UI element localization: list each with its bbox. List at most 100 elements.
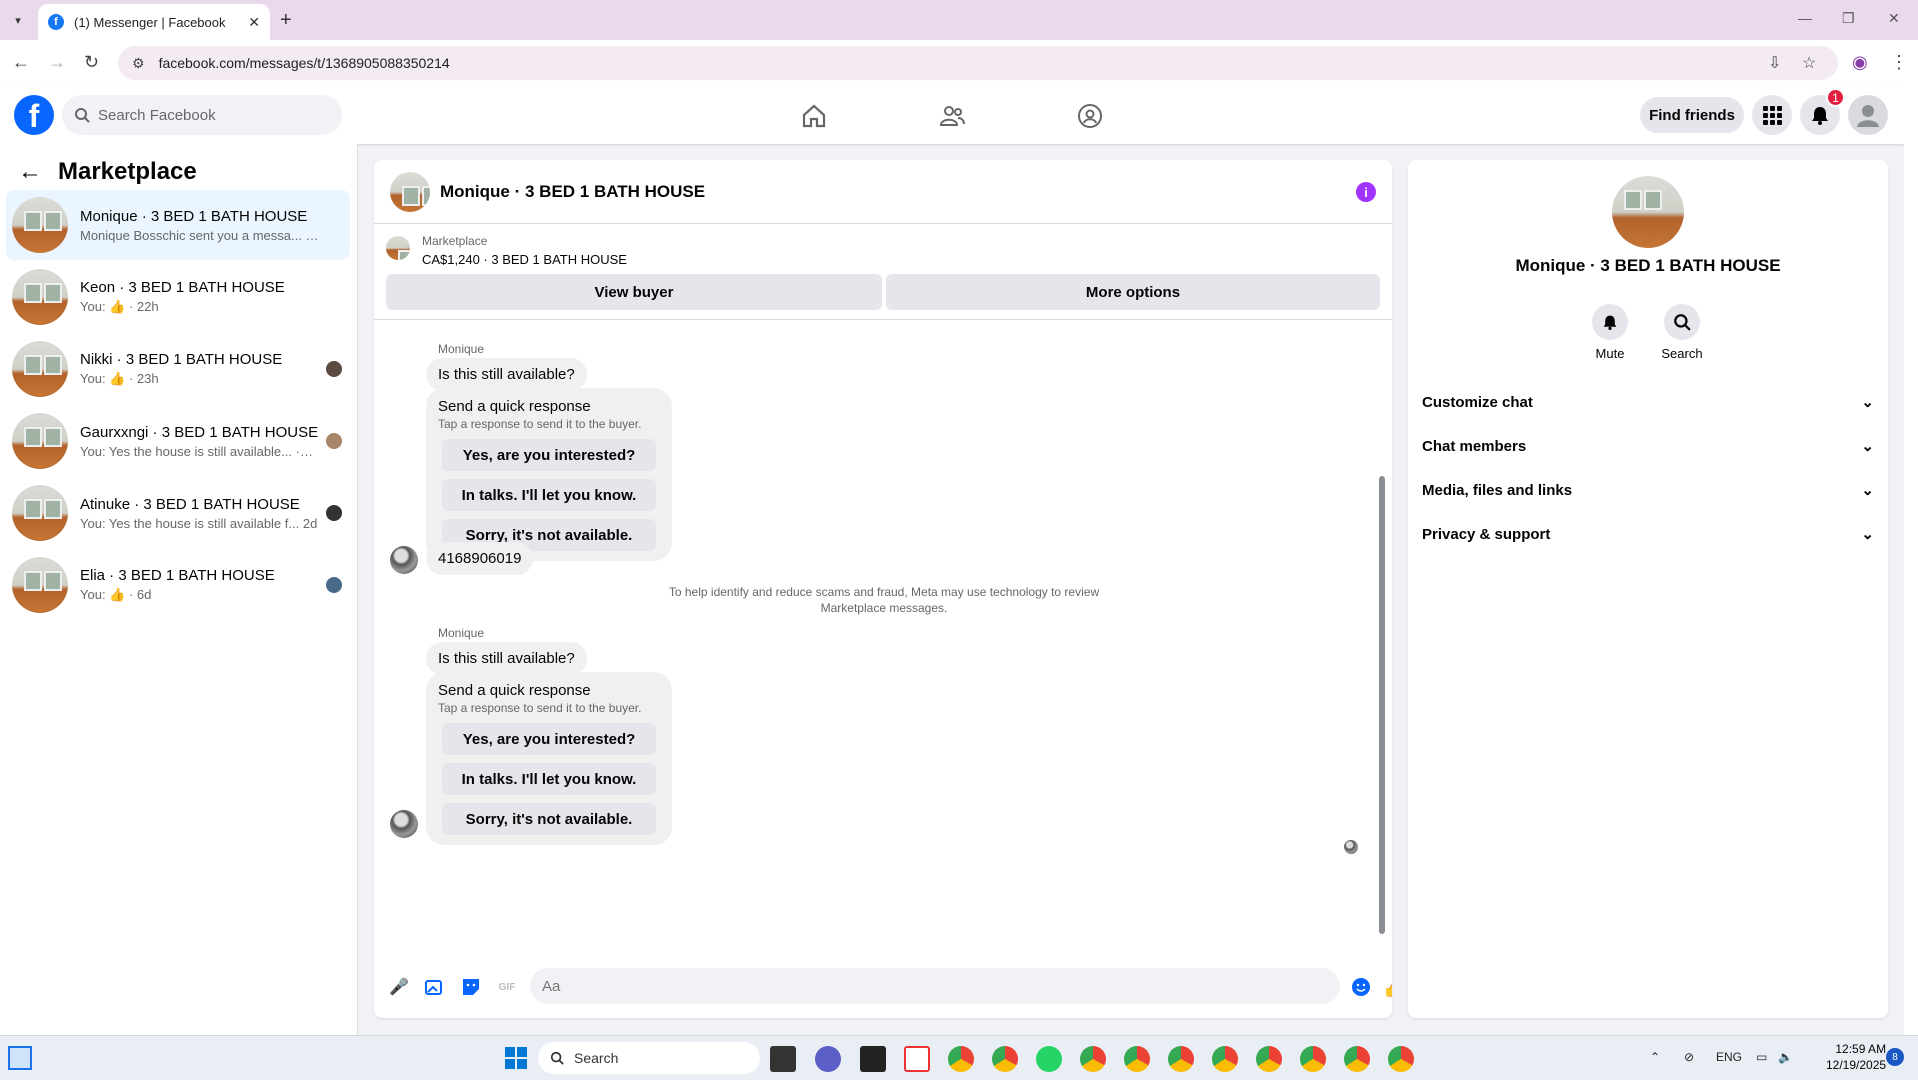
chrome-icon[interactable] bbox=[1388, 1046, 1414, 1072]
page-scrollbar[interactable] bbox=[1904, 86, 1918, 1035]
menu-grid-button[interactable] bbox=[1752, 95, 1792, 135]
details-avatar[interactable] bbox=[1612, 176, 1684, 248]
conversation-item[interactable]: Monique · 3 BED 1 BATH HOUSE Monique Bos… bbox=[6, 190, 350, 260]
gif-icon[interactable]: GIF bbox=[496, 976, 518, 998]
facebook-header: f Search Facebook Find friends 1 bbox=[0, 86, 1904, 144]
find-friends-button[interactable]: Find friends bbox=[1640, 97, 1744, 133]
chat-members-row[interactable]: Chat members ⌄ bbox=[1422, 428, 1874, 464]
search-icon bbox=[1674, 314, 1691, 331]
chrome-icon[interactable] bbox=[1256, 1046, 1282, 1072]
search-action[interactable]: Search bbox=[1652, 304, 1712, 361]
conversation-name: Gaurxxngi · 3 BED 1 BATH HOUSE bbox=[80, 423, 319, 441]
details-name: Monique · 3 BED 1 BATH HOUSE bbox=[1515, 256, 1781, 275]
message-input[interactable] bbox=[530, 968, 1340, 1004]
account-avatar[interactable] bbox=[1848, 95, 1888, 135]
chrome-icon[interactable] bbox=[1300, 1046, 1326, 1072]
conversation-preview: You: 👍 · 22h bbox=[80, 299, 159, 314]
section-label: Customize chat bbox=[1422, 393, 1533, 411]
browser-tab[interactable]: f (1) Messenger | Facebook ✕ bbox=[38, 4, 270, 40]
quick-response-option[interactable]: In talks. I'll let you know. bbox=[442, 479, 656, 511]
close-window-button[interactable]: ✕ bbox=[1888, 10, 1900, 27]
sticker-icon[interactable] bbox=[460, 976, 482, 998]
tab-search-dropdown[interactable]: ▾ bbox=[6, 8, 30, 32]
listing-label: Marketplace bbox=[422, 234, 488, 248]
conversation-item[interactable]: Nikki · 3 BED 1 BATH HOUSE You: 👍 · 23h bbox=[6, 334, 350, 404]
new-tab-button[interactable]: + bbox=[280, 8, 292, 32]
chrome-icon[interactable] bbox=[1168, 1046, 1194, 1072]
conversation-preview: You: Yes the house is still available f.… bbox=[80, 515, 318, 531]
info-icon[interactable]: i bbox=[1356, 182, 1376, 202]
quick-response-title: Send a quick response bbox=[438, 682, 591, 699]
customize-chat-row[interactable]: Customize chat ⌄ bbox=[1422, 384, 1874, 420]
language-indicator[interactable]: ENG bbox=[1716, 1050, 1742, 1064]
site-info-icon[interactable]: ⚙ bbox=[132, 55, 145, 72]
chrome-icon[interactable] bbox=[1212, 1046, 1238, 1072]
sticky-notes-icon[interactable] bbox=[860, 1046, 886, 1072]
search-placeholder: Search Facebook bbox=[98, 106, 216, 124]
photo-icon[interactable] bbox=[424, 976, 446, 998]
windows-start-icon[interactable] bbox=[504, 1046, 528, 1070]
chrome-icon[interactable] bbox=[1080, 1046, 1106, 1072]
emoji-icon[interactable] bbox=[1350, 976, 1372, 998]
scam-notice: To help identify and reduce scams and fr… bbox=[668, 585, 1100, 615]
mute-action[interactable]: Mute bbox=[1580, 304, 1640, 361]
conversation-item[interactable]: Elia · 3 BED 1 BATH HOUSE You: 👍 · 6d bbox=[6, 550, 350, 620]
teams-icon[interactable] bbox=[815, 1046, 841, 1072]
chevron-up-icon[interactable]: ⌃ bbox=[1650, 1050, 1660, 1064]
conversation-item[interactable]: Gaurxxngi · 3 BED 1 BATH HOUSE You: Yes … bbox=[6, 406, 350, 476]
omnibox[interactable]: ⚙ facebook.com/messages/t/13689050883502… bbox=[118, 46, 1838, 80]
profile-icon[interactable]: ◉ bbox=[1852, 52, 1868, 73]
chrome-icon[interactable] bbox=[948, 1046, 974, 1072]
quick-response-option[interactable]: Yes, are you interested? bbox=[442, 439, 656, 471]
network-icon[interactable]: ⊘ bbox=[1684, 1050, 1694, 1064]
scrollbar-thumb[interactable] bbox=[1379, 476, 1385, 934]
chrome-icon[interactable] bbox=[992, 1046, 1018, 1072]
back-button[interactable]: ← bbox=[12, 52, 30, 73]
quick-response-option[interactable]: Yes, are you interested? bbox=[442, 723, 656, 755]
snipping-tool-icon[interactable] bbox=[904, 1046, 930, 1072]
bookmark-star-icon[interactable]: ☆ bbox=[1802, 53, 1816, 73]
sender-name: Monique bbox=[438, 626, 485, 640]
task-view-icon[interactable] bbox=[770, 1046, 796, 1072]
chat-title[interactable]: Monique · 3 BED 1 BATH HOUSE bbox=[440, 182, 705, 202]
groups-icon[interactable] bbox=[1076, 102, 1104, 130]
whatsapp-icon[interactable] bbox=[1036, 1046, 1062, 1072]
back-arrow-icon[interactable]: ← bbox=[18, 158, 42, 186]
quick-response-option[interactable]: Sorry, it's not available. bbox=[442, 803, 656, 835]
restore-button[interactable]: ❐ bbox=[1842, 10, 1855, 27]
minimize-button[interactable]: — bbox=[1798, 10, 1812, 26]
url-text[interactable]: facebook.com/messages/t/1368905088350214 bbox=[159, 55, 450, 71]
display-icon[interactable]: ▭ bbox=[1756, 1050, 1767, 1064]
forward-button[interactable]: → bbox=[48, 52, 66, 73]
system-clock[interactable]: 12:59 AM 12/19/2025 bbox=[1826, 1041, 1886, 1073]
friends-icon[interactable] bbox=[938, 102, 966, 130]
quick-response-option[interactable]: In talks. I'll let you know. bbox=[442, 763, 656, 795]
reload-button[interactable]: ↻ bbox=[84, 52, 99, 73]
notification-count-badge[interactable]: 8 bbox=[1886, 1048, 1904, 1066]
taskbar-search[interactable]: Search bbox=[538, 1042, 760, 1074]
tab-close-icon[interactable]: ✕ bbox=[248, 14, 260, 31]
facebook-logo[interactable]: f bbox=[14, 95, 54, 135]
home-icon[interactable] bbox=[800, 102, 828, 130]
chrome-icon[interactable] bbox=[1344, 1046, 1370, 1072]
quick-response-card: Send a quick response Tap a response to … bbox=[426, 672, 672, 845]
view-buyer-button[interactable]: View buyer bbox=[386, 274, 882, 310]
more-options-button[interactable]: More options bbox=[886, 274, 1380, 310]
marketplace-sidebar: ← Marketplace Monique · 3 BED 1 BATH HOU… bbox=[0, 144, 358, 1035]
microphone-icon[interactable]: 🎤 bbox=[388, 976, 410, 998]
volume-icon[interactable]: 🔈 bbox=[1778, 1050, 1793, 1064]
like-thumb-icon[interactable]: 👍 bbox=[1383, 976, 1392, 999]
conversation-item[interactable]: Keon · 3 BED 1 BATH HOUSE You: 👍 · 22h bbox=[6, 262, 350, 332]
media-files-row[interactable]: Media, files and links ⌄ bbox=[1422, 472, 1874, 508]
chat-avatar[interactable] bbox=[390, 171, 430, 212]
install-app-icon[interactable]: ⇩ bbox=[1768, 53, 1781, 73]
chat-scrollbar[interactable] bbox=[1378, 326, 1386, 950]
privacy-support-row[interactable]: Privacy & support ⌄ bbox=[1422, 516, 1874, 552]
message-list: Monique Is this still available? Send a … bbox=[374, 320, 1392, 956]
widgets-icon[interactable] bbox=[8, 1046, 32, 1070]
conversation-name: Atinuke · 3 BED 1 BATH HOUSE bbox=[80, 495, 300, 513]
chrome-icon[interactable] bbox=[1124, 1046, 1150, 1072]
facebook-search[interactable]: Search Facebook bbox=[62, 95, 342, 135]
conversation-item[interactable]: Atinuke · 3 BED 1 BATH HOUSE You: Yes th… bbox=[6, 478, 350, 548]
browser-menu-icon[interactable]: ⋮ bbox=[1890, 52, 1908, 73]
